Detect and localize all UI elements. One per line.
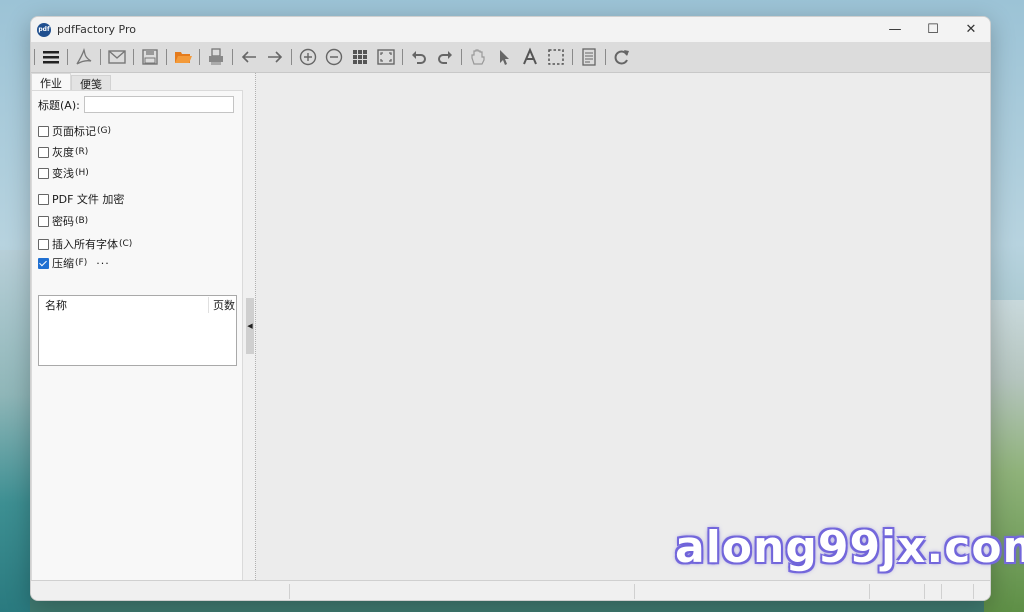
compress-label: 压缩: [52, 257, 74, 270]
toolbar-separator: [572, 49, 573, 65]
toolbar-separator: [100, 49, 101, 65]
toolbar-separator: [461, 49, 462, 65]
status-bar: [31, 580, 990, 600]
arrow-right-icon[interactable]: [263, 45, 287, 69]
arrow-left-icon[interactable]: [237, 45, 261, 69]
lighten-hotkey: (H): [75, 168, 89, 178]
page-marks-label: 页面标记: [52, 125, 96, 138]
watermark-text: along99jx.com: [675, 522, 1024, 573]
toolbar-separator: [291, 49, 292, 65]
tab-job[interactable]: 作业: [31, 73, 71, 91]
window-title: pdfFactory Pro: [57, 23, 136, 36]
panel-splitter[interactable]: ◀: [245, 73, 256, 580]
toolbar-separator: [232, 49, 233, 65]
fit-page-icon[interactable]: [374, 45, 398, 69]
toolbar-separator: [34, 49, 35, 65]
column-pages[interactable]: 页数: [209, 297, 235, 313]
menu-icon[interactable]: [39, 45, 63, 69]
redo-icon[interactable]: [433, 45, 457, 69]
grayscale-hotkey: (R): [75, 147, 89, 157]
text-icon[interactable]: [518, 45, 542, 69]
status-divider: [941, 584, 942, 599]
desktop-background-left: [0, 250, 30, 612]
checkbox-box[interactable]: [38, 167, 49, 179]
toolbar-separator: [402, 49, 403, 65]
password-checkbox[interactable]: 密码 (B): [38, 213, 88, 229]
acrobat-icon[interactable]: [72, 45, 96, 69]
undo-icon[interactable]: [407, 45, 431, 69]
app-window: pdf pdfFactory Pro — ☐ ✕ 作业 便笺 标题(A): 页面…: [30, 16, 991, 601]
job-form: 标题(A): 页面标记(G) 灰度(R) 变浅(H) PDF 文件 加密: [31, 90, 243, 582]
select-rect-icon[interactable]: [544, 45, 568, 69]
window-controls: — ☐ ✕: [876, 17, 990, 42]
lighten-checkbox[interactable]: 变浅 (H): [38, 165, 89, 181]
compress-checkbox[interactable]: 压缩 (F) ···: [38, 255, 110, 271]
page-marks-checkbox[interactable]: 页面标记 (G): [38, 123, 111, 139]
checkbox-box[interactable]: [38, 215, 49, 227]
compress-options-button[interactable]: ···: [96, 257, 110, 270]
pdf-encrypt-label: PDF 文件 加密: [52, 193, 125, 206]
title-row: 标题(A):: [38, 96, 234, 113]
email-icon[interactable]: [105, 45, 129, 69]
status-divider: [869, 584, 870, 599]
toolbar-separator: [133, 49, 134, 65]
status-divider: [289, 584, 290, 599]
panel-tabs: 作业 便笺: [31, 73, 111, 91]
document-info-icon[interactable]: [577, 45, 601, 69]
checkbox-box[interactable]: [38, 238, 49, 250]
toolbar-separator: [605, 49, 606, 65]
toolbar-separator: [199, 49, 200, 65]
password-hotkey: (B): [75, 216, 89, 226]
minimize-button[interactable]: —: [876, 17, 914, 42]
print-icon[interactable]: [204, 45, 228, 69]
app-logo-icon: pdf: [37, 22, 51, 37]
page-marks-hotkey: (G): [97, 126, 111, 136]
title-input[interactable]: [83, 96, 234, 113]
job-panel: 作业 便笺 标题(A): 页面标记(G) 灰度(R) 变浅(H) PDF: [31, 73, 245, 582]
status-divider: [634, 584, 635, 599]
toolbar: [31, 42, 990, 73]
refresh-icon[interactable]: [610, 45, 634, 69]
maximize-button[interactable]: ☐: [914, 17, 952, 42]
tab-notes[interactable]: 便笺: [71, 75, 111, 91]
status-divider: [973, 584, 974, 599]
embed-fonts-hotkey: (C): [119, 239, 133, 249]
toolbar-separator: [166, 49, 167, 65]
open-folder-icon[interactable]: [171, 45, 195, 69]
list-header: 名称 页数: [39, 296, 236, 314]
grayscale-checkbox[interactable]: 灰度 (R): [38, 144, 88, 160]
status-divider: [924, 584, 925, 599]
collapse-panel-button[interactable]: ◀: [246, 298, 254, 354]
lighten-label: 变浅: [52, 167, 74, 180]
grid-icon[interactable]: [348, 45, 372, 69]
hand-icon[interactable]: [466, 45, 490, 69]
column-name[interactable]: 名称: [39, 297, 209, 313]
grayscale-label: 灰度: [52, 146, 74, 159]
toolbar-separator: [67, 49, 68, 65]
pointer-icon[interactable]: [492, 45, 516, 69]
close-button[interactable]: ✕: [952, 17, 990, 42]
checkbox-box[interactable]: [38, 146, 49, 158]
save-icon[interactable]: [138, 45, 162, 69]
document-list[interactable]: 名称 页数: [38, 295, 237, 366]
title-bar: pdf pdfFactory Pro — ☐ ✕: [31, 17, 990, 42]
embed-fonts-checkbox[interactable]: 插入所有字体 (C): [38, 236, 132, 252]
pdf-encrypt-checkbox[interactable]: PDF 文件 加密: [38, 191, 124, 207]
checkbox-box[interactable]: [38, 125, 49, 137]
password-label: 密码: [52, 215, 74, 228]
embed-fonts-label: 插入所有字体: [52, 238, 118, 251]
checkbox-box[interactable]: [38, 193, 49, 205]
zoom-in-icon[interactable]: [296, 45, 320, 69]
zoom-out-icon[interactable]: [322, 45, 346, 69]
compress-hotkey: (F): [75, 258, 88, 268]
page-preview-area[interactable]: [256, 73, 990, 580]
title-label: 标题(A):: [38, 98, 80, 112]
checkbox-box[interactable]: [38, 257, 49, 269]
